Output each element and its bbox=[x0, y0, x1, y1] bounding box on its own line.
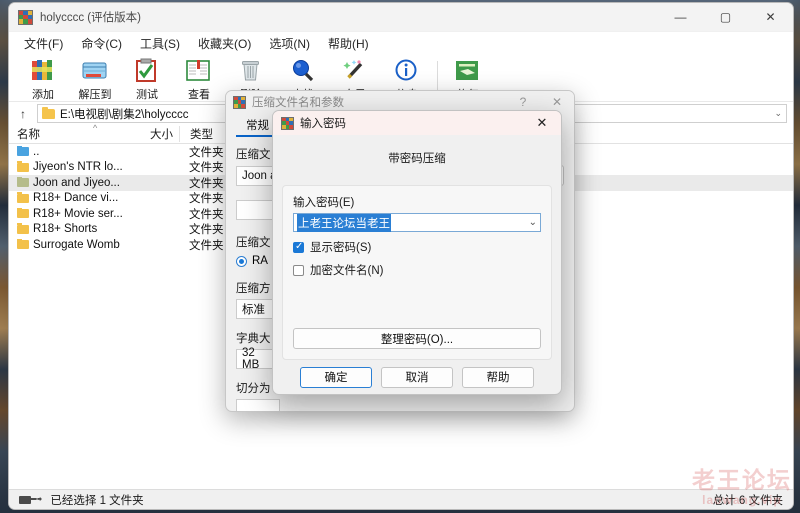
selection-key-icon: ➟ bbox=[19, 494, 42, 505]
status-bar: ➟ 已经选择 1 文件夹 总计 6 文件夹 bbox=[9, 489, 793, 509]
folder-icon bbox=[17, 192, 29, 203]
password-dialog-body: 带密码压缩 输入密码(E) 上老王论坛当老王 ⌄ 显示密码(S) 加密文件名(N… bbox=[273, 135, 561, 394]
folder-icon bbox=[42, 106, 55, 119]
toolbar-extract-button[interactable]: 解压到 bbox=[69, 55, 121, 101]
window-title: holycccc (评估版本) bbox=[40, 12, 141, 24]
folder-icon bbox=[17, 207, 29, 219]
view-icon bbox=[184, 57, 214, 85]
maximize-button[interactable]: ▢ bbox=[703, 3, 748, 32]
password-input-label: 输入密码(E) bbox=[293, 197, 355, 209]
menu-file[interactable]: 文件(F) bbox=[15, 33, 72, 54]
toolbar-add-label: 添加 bbox=[32, 88, 54, 101]
minimize-button[interactable]: — bbox=[658, 3, 703, 32]
chevron-down-icon[interactable]: ⌄ bbox=[529, 217, 537, 228]
window-controls: — ▢ ✕ bbox=[658, 3, 793, 32]
winrar-books-icon bbox=[18, 9, 33, 25]
password-cancel-button[interactable]: 取消 bbox=[381, 366, 453, 388]
repair-icon bbox=[453, 57, 483, 85]
test-icon bbox=[132, 57, 162, 85]
status-left-text: 已经选择 1 文件夹 bbox=[50, 494, 144, 507]
password-input-value: 上老王论坛当老王 bbox=[297, 213, 391, 232]
password-help-button[interactable]: 帮助 bbox=[462, 366, 534, 388]
menu-commands[interactable]: 命令(C) bbox=[72, 33, 131, 54]
toolbar-test-button[interactable]: 测试 bbox=[121, 55, 173, 101]
add-archive-icon bbox=[28, 57, 58, 85]
file-name: Joon and Jiyeo... bbox=[33, 176, 120, 189]
wizard-icon bbox=[340, 57, 370, 85]
extract-to-icon bbox=[80, 57, 110, 85]
archive-dialog-title: 压缩文件名和参数 bbox=[252, 97, 344, 109]
folder-icon bbox=[17, 176, 29, 188]
encrypt-filenames-checkbox[interactable]: 加密文件名(N) bbox=[293, 262, 541, 278]
password-group-box: 输入密码(E) 上老王论坛当老王 ⌄ 显示密码(S) 加密文件名(N) 整理密码… bbox=[282, 185, 552, 360]
up-one-level-button[interactable]: ↑ bbox=[15, 107, 31, 121]
checkbox-checked-icon bbox=[293, 241, 304, 253]
delete-icon bbox=[236, 57, 266, 85]
menu-tools[interactable]: 工具(S) bbox=[131, 33, 189, 54]
winrar-books-icon bbox=[233, 95, 246, 109]
organize-passwords-row: 整理密码(O)... bbox=[293, 328, 541, 349]
split-volumes-combobox[interactable] bbox=[236, 399, 280, 411]
toolbar-view-button[interactable]: 查看 bbox=[173, 55, 225, 101]
chevron-down-icon[interactable]: ⌄ bbox=[774, 108, 782, 119]
password-ok-button[interactable]: 确定 bbox=[300, 366, 372, 388]
password-dialog-titlebar[interactable]: 输入密码 ✕ bbox=[273, 111, 561, 135]
column-header-name[interactable]: 名称 ^ bbox=[9, 123, 139, 142]
organize-passwords-button[interactable]: 整理密码(O)... bbox=[293, 328, 541, 349]
column-header-size[interactable]: 大小 bbox=[139, 126, 179, 142]
winrar-books-icon bbox=[281, 116, 294, 130]
password-input[interactable]: 上老王论坛当老王 ⌄ bbox=[293, 213, 541, 232]
file-name: .. bbox=[33, 145, 40, 158]
sort-ascending-icon: ^ bbox=[93, 123, 98, 133]
current-path-text: E:\电视剧\剧集2\holycccc bbox=[60, 108, 189, 121]
toolbar-extract-label: 解压到 bbox=[78, 88, 112, 101]
toolbar-view-label: 查看 bbox=[188, 88, 210, 101]
menu-favorites[interactable]: 收藏夹(O) bbox=[189, 33, 260, 54]
menu-help[interactable]: 帮助(H) bbox=[319, 33, 378, 54]
show-password-label: 显示密码(S) bbox=[310, 242, 372, 254]
window-titlebar[interactable]: holycccc (评估版本) — ▢ ✕ bbox=[9, 3, 793, 32]
menubar: 文件(F) 命令(C) 工具(S) 收藏夹(O) 选项(N) 帮助(H) bbox=[9, 32, 793, 54]
menu-options[interactable]: 选项(N) bbox=[260, 33, 319, 54]
toolbar-test-label: 测试 bbox=[136, 88, 158, 101]
file-name: R18+ Dance vi... bbox=[33, 192, 119, 205]
password-dialog-footer: 确定 取消 帮助 bbox=[273, 360, 561, 394]
format-rar-label: RA bbox=[252, 255, 268, 267]
password-dialog-title: 输入密码 bbox=[300, 118, 346, 130]
status-right-text: 总计 6 文件夹 bbox=[712, 494, 783, 507]
file-name: Surrogate Womb bbox=[33, 238, 120, 251]
file-name: R18+ Movie ser... bbox=[33, 207, 123, 220]
folder-icon bbox=[17, 238, 29, 250]
encrypt-filenames-label: 加密文件名(N) bbox=[310, 265, 384, 277]
folder-icon bbox=[17, 161, 29, 172]
file-name: R18+ Shorts bbox=[33, 223, 98, 236]
checkbox-unchecked-icon bbox=[293, 264, 304, 276]
find-icon bbox=[288, 57, 318, 85]
close-button[interactable]: ✕ bbox=[748, 3, 793, 32]
radio-on-icon bbox=[236, 255, 247, 267]
file-name: Jiyeon's NTR lo... bbox=[33, 161, 123, 174]
password-dialog-heading: 带密码压缩 bbox=[273, 135, 561, 181]
info-icon bbox=[392, 57, 422, 85]
toolbar-add-button[interactable]: 添加 bbox=[17, 55, 69, 101]
parent-folder-icon bbox=[17, 145, 29, 157]
enter-password-dialog: 输入密码 ✕ 带密码压缩 输入密码(E) 上老王论坛当老王 ⌄ 显示密码(S) … bbox=[272, 110, 562, 395]
close-icon[interactable]: ✕ bbox=[523, 111, 561, 135]
folder-icon bbox=[17, 223, 29, 234]
show-password-checkbox[interactable]: 显示密码(S) bbox=[293, 239, 541, 255]
